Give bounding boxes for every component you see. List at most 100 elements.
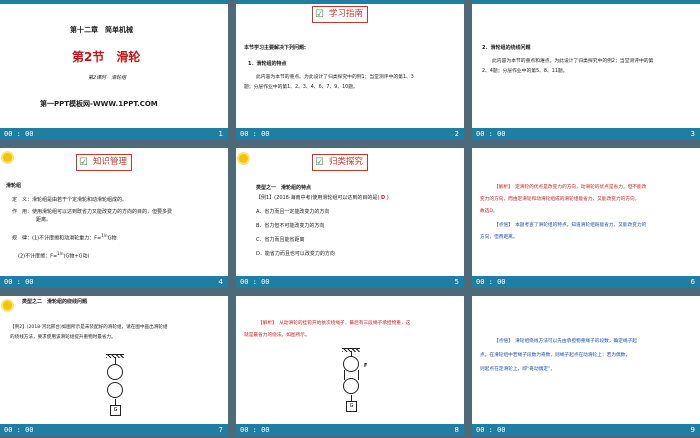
type-heading: 类型之二 滑轮组的绕线问题	[22, 299, 88, 305]
example-line: 【例2】(2018·河北邢台)如图所示是未装配好的滑轮组，请在图中画出滑轮组	[10, 325, 168, 330]
sun-icon	[3, 153, 12, 162]
slide-footer: 00 : 00 6	[472, 276, 700, 288]
slide-time: 00 : 00	[4, 426, 34, 434]
slide-thumbnail-9[interactable]: 【点悟】 滑轮组绕线方法可以先由承担物重绳子的段数，确定绳子起 点。在滑轮组中若…	[472, 296, 700, 436]
option-d: D．能省力而且也可以改变力的方向	[256, 251, 335, 257]
force-label: F	[364, 363, 368, 369]
slide-top-bar	[236, 0, 464, 4]
slide-time: 00 : 00	[240, 130, 270, 138]
option-c: C．省力而且能省距离	[256, 237, 305, 243]
sun-icon	[239, 154, 248, 163]
slide-time: 00 : 00	[476, 278, 506, 286]
example-text: 【例1】(2018·海南中考)使用滑轮组可以达到的目的是(	[256, 195, 380, 201]
slide-thumbnail-8[interactable]: 【解析】 从动滑轮的挂钩开始依次绕绳子，最后有三段绳子承担物重，这 就是最省力的…	[236, 296, 464, 436]
formula-label: 规 律：(1)不计摩擦和动滑轮重力：F=	[12, 235, 102, 242]
type-heading: 类型之一 滑轮组的特点	[256, 185, 312, 191]
formula-line: 规 律：(1)不计摩擦和动滑轮重力：F=1/nG物	[12, 232, 116, 243]
slide-number: 2	[454, 130, 459, 138]
slide-footer: 00 : 00 5	[236, 276, 464, 288]
slide-top-bar	[472, 0, 700, 4]
slide-thumbnail-4[interactable]: ☑ 知识管理 滑轮组 定 义：滑轮组是由若干个定滑轮和动滑轮组成的。 作 用：使用…	[0, 148, 228, 288]
body-line: 题；分层作业中的第1、2、3、4、6、7、9、10题。	[244, 85, 358, 90]
slide-title-box: ☑ 学习指南	[312, 6, 369, 23]
slide-thumbnail-5[interactable]: ☑ 归类探究 类型之一 滑轮组的特点 【例1】(2018·海南中考)使用滑轮组可以…	[236, 148, 464, 288]
answer-text: D	[380, 195, 386, 201]
insight-line: 则起点在定滑轮上，即“奇动偶定”。	[480, 367, 556, 372]
body-line: 距离。	[36, 217, 52, 223]
slide-footer: 00 : 00 2	[236, 128, 464, 140]
body-heading: 滑轮组	[6, 183, 22, 189]
analysis-line: 故选D。	[480, 209, 498, 214]
insight-line: 【点悟】 滑轮组绕线方法可以先由承担物重绳子的段数，确定绳子起	[494, 339, 637, 344]
slide-thumbnail-1[interactable]: 第十二章 简单机械 第2节 滑轮 第2课时 滑轮组 第一PPT模板网-WWW.1…	[0, 0, 228, 140]
body-line: 此内容为本节的重点。为此设计了归类探究中的例1；当堂测评中的第1、3	[256, 75, 414, 80]
rope	[344, 370, 345, 380]
body-line: 2、4题；分层作业中的第5、8、11题。	[482, 69, 568, 74]
formula-term: G物	[107, 235, 117, 242]
slide-thumbnail-3[interactable]: 2．滑轮组的绕线问题 此内容为本节的重点和难点。为此设计了归类探究中的例2；当堂…	[472, 0, 700, 140]
example-line: 【例1】(2018·海南中考)使用滑轮组可以达到的目的是( D )	[256, 194, 389, 202]
slide-footer: 00 : 00 3	[472, 128, 700, 140]
formula-label: (2)不计摩擦：F=	[18, 253, 58, 260]
checkbox-icon: ☑	[315, 157, 324, 168]
slide-time: 00 : 00	[240, 426, 270, 434]
formula-term: (G物+G动)	[63, 253, 90, 260]
example-line: 的绕线方法，要求使用该滑轮组提升重物时最省力。	[10, 335, 116, 340]
slide-time: 00 : 00	[476, 130, 506, 138]
body-line: 2．滑轮组的绕线问题	[482, 45, 531, 51]
insight-line: 方向，但费距离。	[480, 235, 518, 240]
insight-line: 点。在滑轮组中若绳子段数为奇数，则绳子起点在动滑轮上；若为偶数，	[480, 353, 631, 358]
checkbox-icon: ☑	[79, 157, 88, 168]
weight-box: G	[110, 405, 121, 416]
slide-footer: 00 : 00 7	[0, 424, 228, 436]
analysis-line: 就是最省力的绕法。如图所示。	[244, 333, 310, 338]
slide-footer: 00 : 00 9	[472, 424, 700, 436]
slide-title-box: ☑ 归类探究	[312, 154, 369, 171]
movable-pulley-icon	[343, 378, 359, 394]
slide-number: 8	[454, 426, 459, 434]
body-line: 本节学习主要解决下列问题:	[244, 45, 307, 51]
sun-icon	[3, 301, 12, 310]
checkbox-icon: ☑	[315, 9, 324, 20]
section-title: 第2节 滑轮	[72, 50, 141, 64]
slide-title: 学习指南	[329, 9, 364, 19]
slide-title: 归类探究	[329, 157, 364, 167]
analysis-line: 【解析】 从动滑轮的挂钩开始依次绕绳子，最后有三段绳子承担物重，这	[258, 321, 411, 326]
body-line: 此内容为本节的重点和难点。为此设计了归类探究中的例2；当堂测评中的第	[492, 59, 654, 64]
slide-number: 4	[218, 278, 223, 286]
chapter-title: 第十二章 简单机械	[70, 26, 133, 34]
fixed-pulley-icon	[107, 364, 123, 380]
slide-time: 00 : 00	[4, 130, 34, 138]
fixed-pulley-icon	[343, 356, 359, 372]
slide-time: 00 : 00	[240, 278, 270, 286]
analysis-line: 【解析】 定滑轮的优点是改变力的方向，动滑轮的优点是省力，但不能改	[494, 185, 647, 190]
body-line: 作 用：使用滑轮组可以达到既省力又能改变力的方向的目的，但要多费	[12, 209, 173, 215]
site-text: 第一PPT模板网-WWW.1PPT.COM	[40, 100, 158, 108]
slide-thumbnail-6[interactable]: 【解析】 定滑轮的优点是改变力的方向，动滑轮的优点是省力，但不能改 变力的方向，…	[472, 148, 700, 288]
slide-title: 知识管理	[93, 157, 128, 167]
slide-thumbnail-7[interactable]: 类型之二 滑轮组的绕线问题 【例2】(2018·河北邢台)如图所示是未装配好的滑…	[0, 296, 228, 436]
slide-title-box: ☑ 知识管理	[76, 154, 133, 171]
formula-line: (2)不计摩擦：F=1/n(G物+G动)	[18, 250, 89, 261]
slide-number: 1	[218, 130, 223, 138]
weight-box: G	[346, 401, 357, 412]
slide-time: 00 : 00	[4, 278, 34, 286]
example-close: )	[386, 195, 389, 201]
analysis-line: 变力的方向，而由定滑轮和动滑轮组成的滑轮组能省力，又能改变力的方向，	[480, 197, 640, 202]
option-b: B．省力但不可能改变力的方向	[256, 223, 325, 229]
slide-footer: 00 : 00 1	[0, 128, 228, 140]
body-line: 定 义：滑轮组是由若干个定滑轮和动滑轮组成的。	[12, 197, 128, 203]
slide-footer: 00 : 00 4	[0, 276, 228, 288]
lesson-title: 第2课时 滑轮组	[88, 75, 127, 81]
body-line: 1．滑轮组的特点	[248, 61, 287, 67]
slide-number: 7	[218, 426, 223, 434]
rope	[358, 370, 359, 380]
insight-line: 【点悟】 本题考查了滑轮组的特点，知道滑轮组既能省力，又能改变力的	[494, 223, 647, 228]
slide-number: 6	[690, 278, 695, 286]
slide-top-bar	[0, 0, 228, 4]
slide-thumbnail-2[interactable]: ☑ 学习指南 本节学习主要解决下列问题: 1．滑轮组的特点 此内容为本节的重点。为…	[236, 0, 464, 140]
movable-pulley-icon	[107, 382, 123, 398]
slide-number: 5	[454, 278, 459, 286]
slide-time: 00 : 00	[476, 426, 506, 434]
option-a: A．省力而且一定能改变力的方向	[256, 209, 330, 215]
